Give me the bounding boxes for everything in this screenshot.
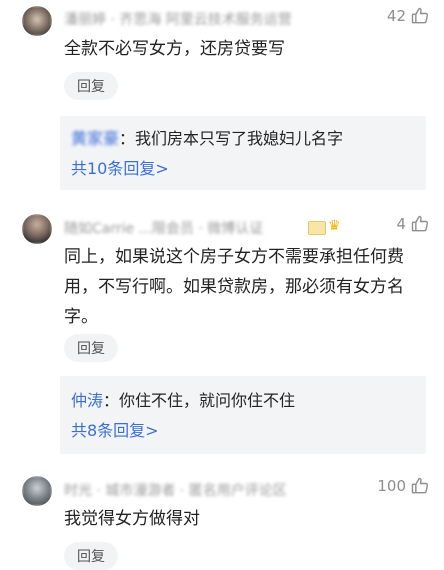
like-count: 100 [377,477,406,495]
like-count: 42 [386,7,406,25]
thumbs-up-icon [411,477,429,494]
reply-button[interactable]: 回复 [64,542,118,570]
sub-reply-box[interactable]: 仲涛：你住不住，就问你住不住 共8条回复> [60,376,426,454]
sub-reply-box[interactable]: 黄家豪：我们房本只写了我媳妇儿名字 共10条回复> [60,116,426,190]
comment-item: 随如Carrie ...限会员 · 微博认证 ♛ 4 同上，如果说这个房子女方不… [0,204,444,460]
comment-username[interactable]: 随如Carrie ...限会员 · 微博认证 [64,218,304,236]
comment-item: 潘丽婷 · 齐思海 阿里云技术服务运营 42 全款不必写女方，还房贷要写 回复 … [0,0,444,200]
sub-reply: 仲涛：你住不住，就问你住不住 [71,388,295,414]
sub-reply-author[interactable]: 仲涛 [71,391,103,410]
comment-text: 同上，如果说这个房子女方不需要承担任何费 用，不写行啊。如果贷款房，那必须有女方… [64,247,404,327]
reply-button[interactable]: 回复 [64,72,118,100]
like-button[interactable]: 100 [377,476,430,496]
reply-button[interactable]: 回复 [64,334,118,362]
vip-badge-icon [308,221,326,235]
like-count: 4 [396,215,406,233]
sub-reply-text: ：你住不住，就问你住不住 [103,391,296,410]
comment-item: 时光 · 城市漫游者 · 匿名用户评论区 100 我觉得女方做得对 回复 [0,466,444,570]
sub-reply-author[interactable]: 黄家豪 [71,129,119,148]
comment-username[interactable]: 时光 · 城市漫游者 · 匿名用户评论区 [64,480,354,498]
avatar[interactable] [22,214,52,244]
comment-text: 我觉得女方做得对 [64,509,200,529]
thumbs-up-icon [411,7,429,24]
avatar[interactable] [22,476,52,506]
more-replies-link[interactable]: 共8条回复> [71,418,159,444]
sub-reply-text: ：我们房本只写了我媳妇儿名字 [119,129,344,148]
avatar[interactable] [22,6,52,36]
sub-reply: 黄家豪：我们房本只写了我媳妇儿名字 [71,126,343,152]
like-button[interactable]: 42 [387,6,430,26]
comment-text: 全款不必写女方，还房贷要写 [64,39,285,59]
more-replies-link[interactable]: 共10条回复> [71,156,169,182]
crown-icon: ♛ [328,218,341,234]
comment-username[interactable]: 潘丽婷 · 齐思海 阿里云技术服务运营 [64,9,354,27]
thumbs-up-icon [411,215,429,232]
like-button[interactable]: 4 [396,214,430,234]
